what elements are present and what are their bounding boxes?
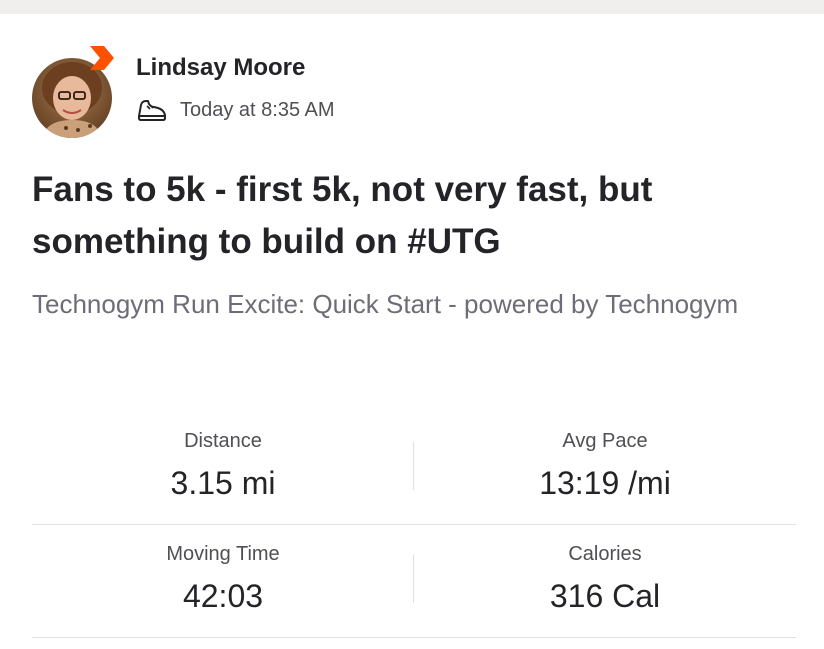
stat-label: Distance	[184, 430, 262, 452]
stats-row: Moving Time 42:03 Calories 316 Cal	[32, 525, 796, 638]
activity-meta: Today at 8:35 AM	[136, 94, 335, 126]
stat-value: 316 Cal	[549, 578, 661, 614]
stat-label: Avg Pace	[562, 430, 648, 452]
activity-timestamp: Today at 8:35 AM	[180, 98, 335, 121]
subscriber-chevron-icon	[84, 46, 116, 78]
stats-grid: Distance 3.15 mi Avg Pace 13:19 /mi Movi…	[32, 412, 796, 638]
stat-value: 42:03	[182, 578, 264, 614]
top-strip	[0, 0, 824, 14]
stat-label: Moving Time	[166, 543, 280, 565]
stat-moving-time: Moving Time 42:03	[32, 525, 414, 615]
stat-value: 3.15 mi	[170, 465, 276, 501]
athlete-name[interactable]: Lindsay Moore	[136, 54, 305, 82]
stat-value: 13:19 /mi	[539, 465, 671, 501]
stat-distance: Distance 3.15 mi	[32, 412, 414, 502]
shoe-icon	[136, 96, 168, 124]
stat-label: Calories	[568, 543, 642, 565]
athlete-avatar-group[interactable]	[32, 46, 116, 138]
activity-title[interactable]: Fans to 5k - first 5k, not very fast, bu…	[32, 164, 792, 268]
stats-row: Distance 3.15 mi Avg Pace 13:19 /mi	[32, 412, 796, 525]
stat-calories: Calories 316 Cal	[414, 525, 796, 615]
device-name: Technogym Run Excite: Quick Start - powe…	[32, 289, 739, 319]
stat-avg-pace: Avg Pace 13:19 /mi	[414, 412, 796, 502]
activity-card[interactable]: Lindsay Moore Today at 8:35 AM Fans to 5…	[0, 14, 824, 649]
